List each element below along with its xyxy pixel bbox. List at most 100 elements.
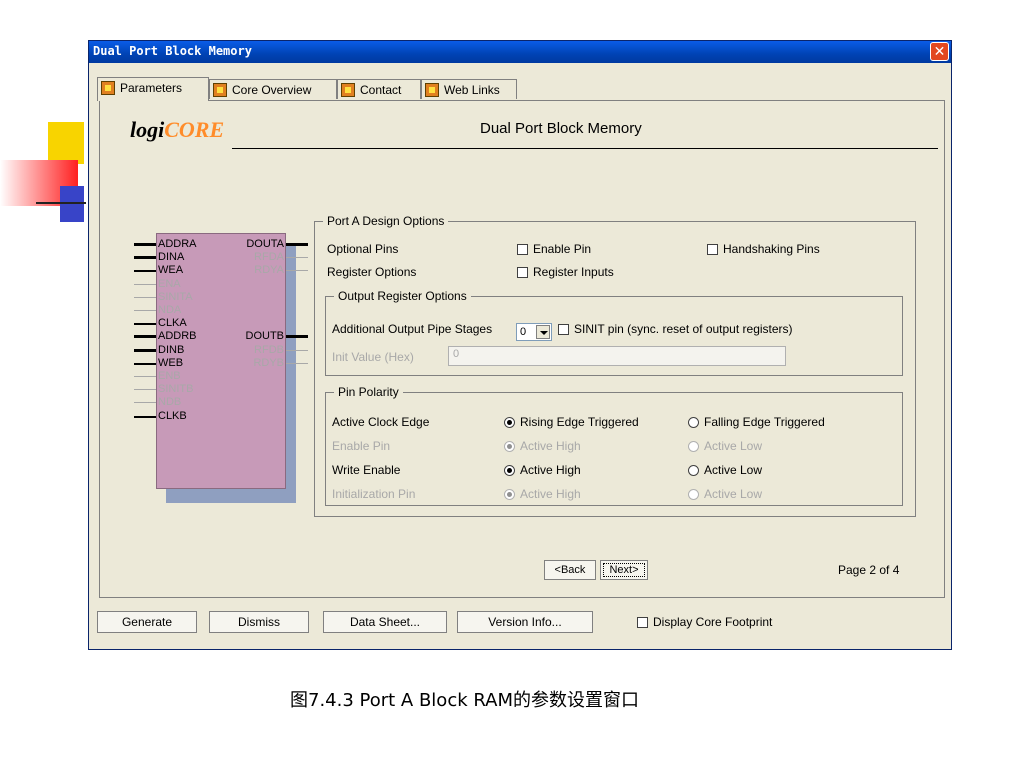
dual-port-block-memory-window: Dual Port Block Memory ✕ Parameters Core…: [88, 40, 952, 650]
pin-label-dinb: DINB: [158, 343, 185, 356]
output-register-options-group: Output Register Options Additional Outpu…: [325, 289, 903, 376]
pin-wire: [286, 362, 308, 364]
polarity-option-2-radio[interactable]: [688, 417, 699, 428]
polarity-option-1-radio: [504, 441, 515, 452]
pin-wire: [134, 376, 156, 377]
page-title: Dual Port Block Memory: [480, 120, 642, 137]
port-a-design-options-group: Port A Design Options Optional Pins Enab…: [314, 214, 916, 517]
pin-label-douta: DOUTA: [246, 238, 284, 250]
display-core-footprint-checkbox[interactable]: [637, 617, 648, 628]
generate-button[interactable]: Generate: [97, 611, 197, 633]
optional-pins-label: Optional Pins: [327, 242, 399, 256]
tab-label: Parameters: [120, 81, 183, 95]
pin-label-ndb: NDB: [158, 396, 182, 409]
pin-wire: [134, 402, 156, 404]
polarity-option-1-radio: [504, 489, 515, 500]
pin-label-dina: DINA: [158, 251, 185, 264]
pin-wire: [134, 415, 156, 418]
pin-label-clka: CLKA: [158, 317, 187, 330]
pipe-stages-label: Additional Output Pipe Stages: [332, 322, 493, 336]
pin-label-addrb: ADDRB: [158, 330, 197, 343]
logicore-logo: logiCORE: [130, 117, 224, 143]
register-inputs-label: Register Inputs: [533, 265, 614, 279]
polarity-option-2-label: Active Low: [704, 487, 763, 501]
handshaking-pins-label: Handshaking Pins: [723, 242, 820, 256]
polarity-option-1-radio[interactable]: [504, 417, 515, 428]
back-button[interactable]: <Back: [544, 560, 596, 580]
pin-label-ena: ENA: [158, 277, 181, 290]
enable-pin-label: Enable Pin: [533, 242, 592, 256]
pin-label-sinitb: SINITB: [158, 383, 194, 396]
tab-parameters[interactable]: Parameters: [97, 77, 209, 101]
pin-label-wea: WEA: [158, 264, 184, 277]
pin-label-rdya: RDYA: [254, 264, 284, 277]
title-bar[interactable]: Dual Port Block Memory ✕: [89, 41, 951, 63]
close-icon: ✕: [933, 44, 946, 60]
slide-decoration-blue: [60, 186, 84, 222]
pin-label-web: WEB: [158, 356, 184, 369]
group-title: Pin Polarity: [334, 385, 403, 399]
pin-label-doutb: DOUTB: [245, 330, 285, 343]
pin-polarity-group: Pin Polarity Active Clock Edge Rising Edg…: [325, 385, 903, 506]
header-divider: [232, 148, 938, 149]
dismiss-button[interactable]: Dismiss: [209, 611, 309, 633]
polarity-option-1-label: Active High: [520, 487, 581, 501]
polarity-option-2-radio: [688, 441, 699, 452]
pin-label-nda: NDA: [158, 304, 182, 316]
register-inputs-checkbox[interactable]: [517, 267, 528, 278]
chevron-down-icon[interactable]: [536, 325, 550, 339]
pin-wire: [286, 335, 308, 339]
polarity-option-2-radio: [688, 489, 699, 500]
pin-wire: [286, 243, 308, 246]
pin-wire: [134, 283, 156, 285]
polarity-option-2-label: Falling Edge Triggered: [704, 415, 825, 429]
pin-wire: [134, 270, 156, 273]
display-core-footprint-label: Display Core Footprint: [653, 615, 773, 629]
pin-label-sinita: SINITA: [158, 290, 193, 303]
pin-label-addra: ADDRA: [158, 238, 197, 250]
polarity-option-1-label: Rising Edge Triggered: [520, 415, 639, 429]
page-indicator: Page 2 of 4: [838, 563, 900, 577]
sinit-pin-label: SINIT pin (sync. reset of output registe…: [574, 322, 793, 336]
tab-label: Core Overview: [232, 83, 312, 97]
pin-label-clkb: CLKB: [158, 409, 187, 422]
init-value-field[interactable]: 0: [448, 346, 786, 366]
polarity-option-2-radio[interactable]: [688, 465, 699, 476]
polarity-row-label: Active Clock Edge: [332, 415, 430, 429]
tab-core-overview[interactable]: Core Overview: [209, 79, 337, 99]
polarity-row-label: Write Enable: [332, 463, 401, 477]
tab-web-links[interactable]: Web Links: [421, 79, 517, 99]
window-title: Dual Port Block Memory: [93, 44, 252, 58]
polarity-option-1-radio[interactable]: [504, 465, 515, 476]
pin-wire: [134, 335, 156, 339]
init-value-label: Init Value (Hex): [332, 350, 414, 364]
logo-core: CORE: [164, 117, 225, 142]
polarity-option-1-label: Active High: [520, 463, 581, 477]
next-button[interactable]: Next>: [600, 560, 648, 580]
tab-contact[interactable]: Contact: [337, 79, 421, 99]
slide-decoration-line: [36, 202, 86, 204]
enable-pin-checkbox[interactable]: [517, 244, 528, 255]
version-info-button[interactable]: Version Info...: [457, 611, 593, 633]
pin-wire: [134, 362, 156, 365]
pin-wire: [134, 296, 156, 298]
pin-wire: [286, 349, 308, 351]
polarity-row-label: Initialization Pin: [332, 487, 416, 501]
sinit-pin-checkbox[interactable]: [558, 324, 569, 335]
pin-label-rdyb: RDYB: [253, 356, 284, 369]
figure-caption: 图7.4.3 Port A Block RAM的参数设置窗口: [290, 690, 639, 711]
pin-label-rfda: RFDA: [254, 251, 284, 264]
pipe-stages-value: 0: [520, 326, 527, 338]
tab-label: Contact: [360, 83, 402, 97]
group-title: Output Register Options: [334, 289, 471, 303]
pin-label-enb: ENB: [158, 370, 181, 382]
pin-wire: [134, 389, 156, 391]
pin-wire: [134, 256, 156, 260]
group-title: Port A Design Options: [323, 214, 449, 228]
pipe-stages-select[interactable]: 0: [516, 323, 552, 341]
handshaking-pins-checkbox[interactable]: [707, 244, 718, 255]
close-button[interactable]: ✕: [930, 42, 949, 61]
pin-wire: [286, 257, 308, 259]
core-icon: [341, 83, 355, 97]
data-sheet-button[interactable]: Data Sheet...: [323, 611, 447, 633]
